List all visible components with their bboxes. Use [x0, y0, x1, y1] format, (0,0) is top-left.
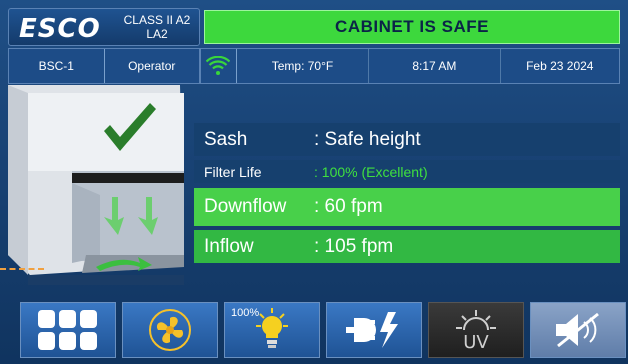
mute-alarm-icon [556, 312, 599, 348]
inflow-value: : 105 fpm [314, 235, 394, 257]
svg-text:UV: UV [463, 332, 489, 352]
cabinet-class: CLASS II A2 LA2 [117, 13, 197, 41]
brand-box: ESCO CLASS II A2 LA2 [8, 8, 200, 46]
light-button[interactable]: 100% [224, 302, 320, 358]
uv-lamp-icon: UV [456, 310, 496, 352]
filter-life-row: Filter Life : 100% (Excellent) [194, 160, 620, 183]
filter-life-value: : 100% (Excellent) [314, 163, 428, 180]
divider-line [0, 268, 44, 270]
filter-life-label: Filter Life [204, 163, 262, 180]
fan-icon [149, 309, 191, 351]
power-outlet-button[interactable] [326, 302, 422, 358]
wifi-icon[interactable] [201, 49, 237, 83]
date-readout: Feb 23 2024 [499, 49, 619, 83]
time-readout: 8:17 AM [368, 49, 499, 83]
esco-logo: ESCO [19, 14, 101, 44]
menu-button[interactable] [20, 302, 116, 358]
temperature-readout: Temp: 70°F [271, 59, 334, 73]
sash-row: Sash : Safe height [194, 123, 620, 156]
class-line-2: LA2 [146, 27, 168, 41]
downflow-row: Downflow : 60 fpm [194, 188, 620, 226]
sash-value: : Safe height [314, 128, 421, 150]
downflow-value: : 60 fpm [314, 196, 383, 217]
operator-label[interactable]: Operator [103, 49, 200, 83]
sash-label: Sash [204, 128, 248, 150]
unit-label[interactable]: BSC-1 [9, 49, 104, 83]
status-bar: Temp: 70°F 8:17 AM Feb 23 2024 [200, 48, 620, 84]
light-level: 100% [231, 307, 260, 319]
menu-grid-icon [38, 310, 97, 350]
inflow-row: Inflow : 105 fpm [194, 230, 620, 263]
uv-button[interactable]: UV [428, 302, 524, 358]
cabinet-illustration [8, 85, 184, 285]
inflow-label: Inflow [204, 235, 254, 257]
cabinet-status-banner: CABINET IS SAFE [204, 10, 620, 44]
control-panel: ESCO CLASS II A2 LA2 CABINET IS SAFE BSC… [0, 0, 628, 364]
info-box: BSC-1 Operator [8, 48, 200, 84]
downflow-label: Downflow [204, 196, 287, 217]
class-line-1: CLASS II A2 [123, 13, 191, 27]
alarm-mute-button[interactable] [530, 302, 626, 358]
power-outlet-icon [346, 312, 398, 348]
fan-button[interactable] [122, 302, 218, 358]
